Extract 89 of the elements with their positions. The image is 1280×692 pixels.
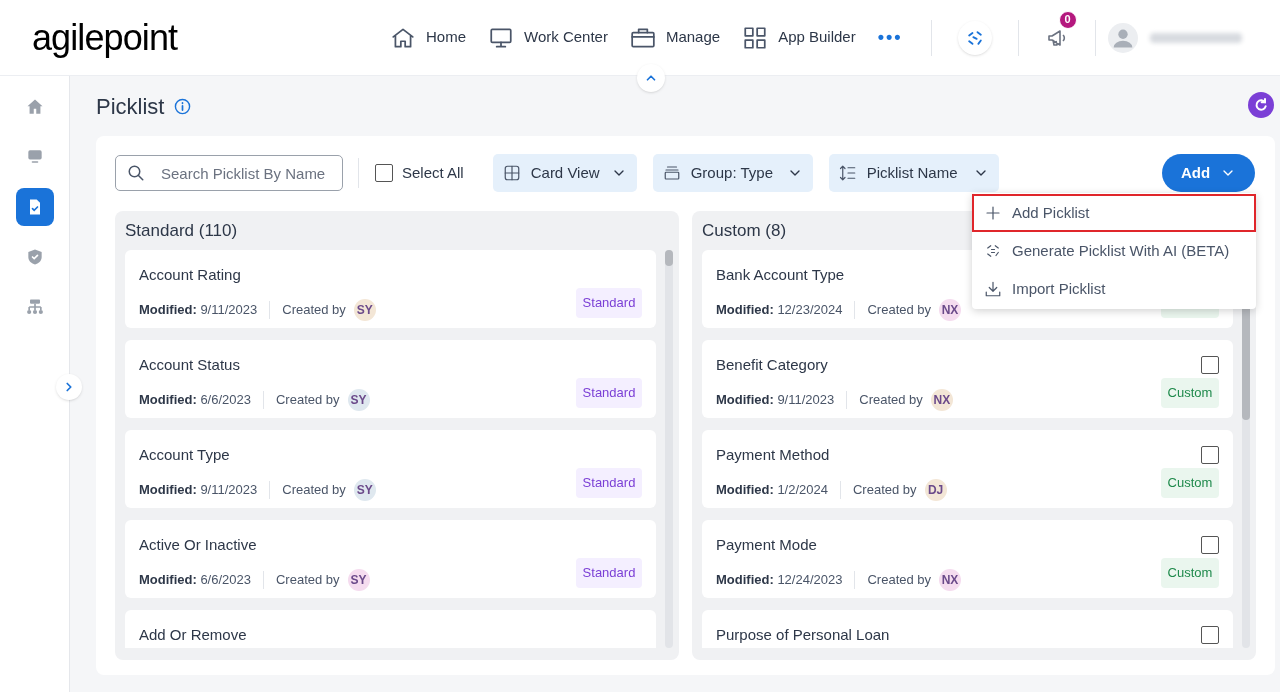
grid-icon [502, 164, 521, 182]
page-title: Picklist [96, 92, 165, 121]
dropdown-button[interactable]: Picklist Name [828, 154, 999, 192]
nav-link[interactable]: Work Center [488, 24, 608, 51]
user-avatar: SY [347, 388, 370, 411]
modified-date: Modified: 9/11/2023 [139, 480, 258, 499]
dropdown-button[interactable]: Card View [492, 154, 637, 192]
picklist-name: Purpose of Personal Loan [716, 625, 890, 645]
created-by-label: Created by [276, 570, 340, 589]
sitemap-icon [24, 297, 45, 317]
type-tag: Custom [1161, 378, 1219, 408]
user-avatar: NX [939, 568, 962, 591]
type-tag: Custom [1161, 468, 1219, 498]
scrollbar-thumb[interactable] [665, 250, 673, 266]
picklist-name: Bank Account Type [716, 265, 845, 285]
modified-date: Modified: 1/2/2024 [716, 480, 828, 499]
user-avatar: DJ [924, 478, 947, 501]
picklist-card[interactable]: Account Type Modified: 9/11/2023 Created by SY Standard [125, 430, 656, 508]
modified-date: Modified: 12/24/2023 [716, 570, 843, 589]
menu-item[interactable]: Add Picklist [972, 194, 1256, 232]
created-by-label: Created by [853, 480, 917, 499]
picklist-name: Add Or Remove [139, 625, 247, 645]
stack-icon [662, 164, 681, 182]
ai-button[interactable] [957, 20, 992, 55]
created-by-label: Created by [276, 390, 340, 409]
expand-sidebar-button[interactable] [56, 374, 82, 400]
type-tag: Standard [576, 558, 642, 588]
created-by-label: Created by [859, 390, 923, 409]
user-avatar: NX [930, 388, 953, 411]
card-checkbox[interactable] [1201, 626, 1219, 645]
sparkle-icon [984, 242, 1002, 260]
created-by-label: Created by [282, 300, 346, 319]
add-button[interactable]: Add [1162, 154, 1255, 192]
type-tag: Custom [1161, 558, 1219, 588]
picklist-name: Account Rating [139, 265, 241, 285]
picklist-name: Payment Mode [716, 535, 817, 555]
user-avatar: SY [353, 478, 376, 501]
column-title: Standard (110) [125, 219, 238, 242]
picklist-card[interactable]: Account Rating Modified: 9/11/2023 Created by SY Standard [125, 250, 656, 328]
modified-date: Modified: 12/23/2024 [716, 300, 843, 319]
user-avatar: SY [353, 298, 376, 321]
type-tag: Standard [576, 378, 642, 408]
picklist-name: Active Or Inactive [139, 535, 257, 555]
modified-date: Modified: 9/11/2023 [716, 390, 835, 409]
card-checkbox[interactable] [1201, 446, 1219, 465]
notification-count: 0 [1058, 10, 1077, 29]
search-field[interactable]: Search Picklist By Name [115, 155, 343, 191]
nav-link[interactable]: Home [390, 24, 466, 51]
select-all-label: Select All [402, 162, 464, 183]
card-checkbox[interactable] [1201, 536, 1219, 555]
card-checkbox[interactable] [1201, 356, 1219, 375]
picklist-name: Benefit Category [716, 355, 828, 375]
column-title: Custom (8) [702, 219, 787, 242]
picklist-card[interactable]: Add Or Remove [125, 610, 656, 648]
info-icon [174, 97, 192, 115]
grid-icon [742, 24, 769, 51]
picklist-card[interactable]: Purpose of Personal Loan [702, 610, 1233, 648]
picklist-card[interactable]: Active Or Inactive Modified: 6/6/2023 Created by SY Standard [125, 520, 656, 598]
picklist-card[interactable]: Benefit Category Modified: 9/11/2023 Created by NX Custom [702, 340, 1233, 418]
modified-date: Modified: 9/11/2023 [139, 300, 258, 319]
type-tag: Standard [576, 288, 642, 318]
refresh-icon [1253, 97, 1269, 113]
created-by-label: Created by [282, 480, 346, 499]
picklist-card[interactable]: Account Status Modified: 6/6/2023 Created by SY Standard [125, 340, 656, 418]
picklist-name: Account Status [139, 355, 240, 375]
select-all-checkbox[interactable] [375, 164, 393, 182]
picklist-name: Account Type [139, 445, 230, 465]
picklist-card[interactable]: Payment Method Modified: 1/2/2024 Created by DJ Custom [702, 430, 1233, 508]
sidebar-item[interactable] [15, 188, 54, 226]
user-avatar-icon[interactable] [1107, 22, 1138, 53]
logo: agilepoint [32, 19, 179, 56]
more-button[interactable]: ••• [877, 24, 903, 51]
search-icon [127, 164, 145, 182]
user-avatar: SY [347, 568, 370, 591]
download-icon [984, 280, 1002, 298]
sort-icon [838, 164, 857, 182]
dropdown-button[interactable]: Group: Type [652, 154, 813, 192]
picklist-name: Payment Method [716, 445, 830, 465]
modified-date: Modified: 6/6/2023 [139, 570, 251, 589]
user-avatar: NX [939, 298, 962, 321]
created-by-label: Created by [867, 570, 932, 589]
type-tag: Standard [576, 468, 642, 498]
nav-link[interactable]: App Builder [742, 24, 856, 51]
picklist-card[interactable]: Payment Mode Modified: 12/24/2023 Created by NX Custom [702, 520, 1233, 598]
modified-date: Modified: 6/6/2023 [139, 390, 251, 409]
created-by-label: Created by [867, 300, 932, 319]
plus-icon [984, 204, 1002, 222]
refresh-button[interactable] [1248, 92, 1274, 118]
nav-link[interactable]: Manage [629, 24, 721, 51]
